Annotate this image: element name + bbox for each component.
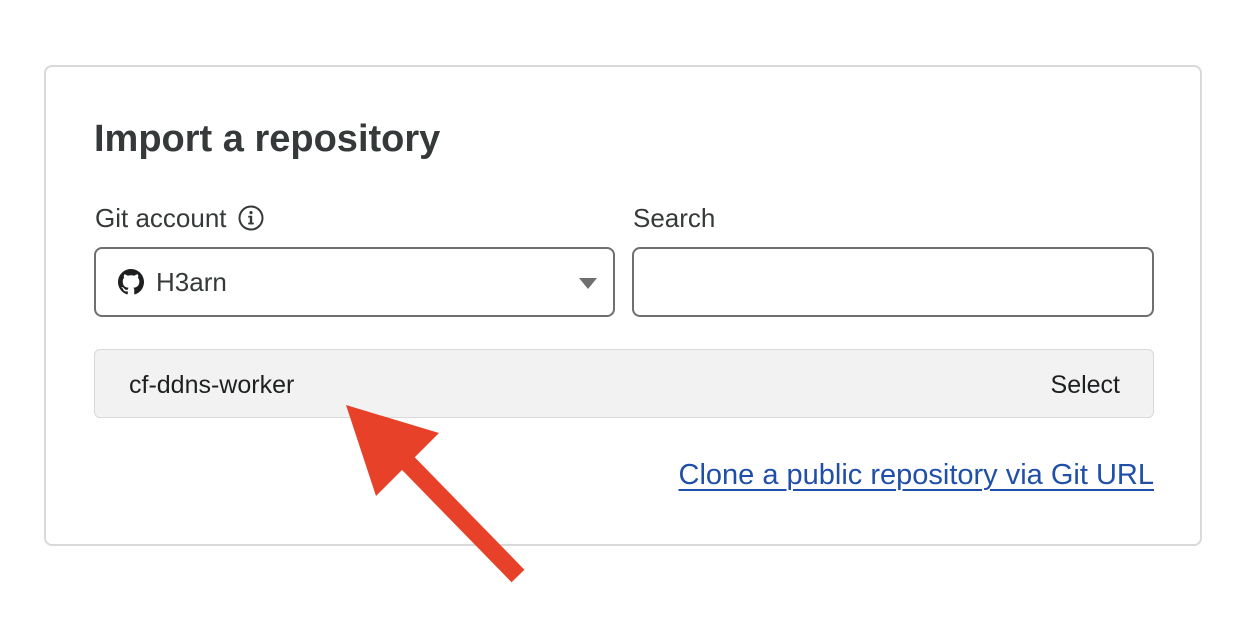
github-icon (118, 269, 144, 295)
search-label: Search (633, 203, 716, 233)
search-input[interactable] (632, 247, 1154, 317)
git-account-selected-value: H3arn (156, 266, 227, 297)
git-account-select[interactable]: H3arn (94, 247, 615, 317)
page-title: Import a repository (94, 118, 441, 160)
clone-public-repository-link[interactable]: Clone a public repository via Git URL (679, 457, 1154, 493)
info-icon[interactable] (238, 205, 264, 231)
git-account-label-group: Git account (95, 202, 264, 234)
repository-row[interactable]: cf-ddns-worker Select (94, 349, 1154, 418)
chevron-down-icon (579, 278, 597, 289)
git-account-label: Git account (95, 203, 227, 233)
repository-name: cf-ddns-worker (129, 371, 295, 399)
select-repository-button[interactable]: Select (1051, 370, 1120, 400)
